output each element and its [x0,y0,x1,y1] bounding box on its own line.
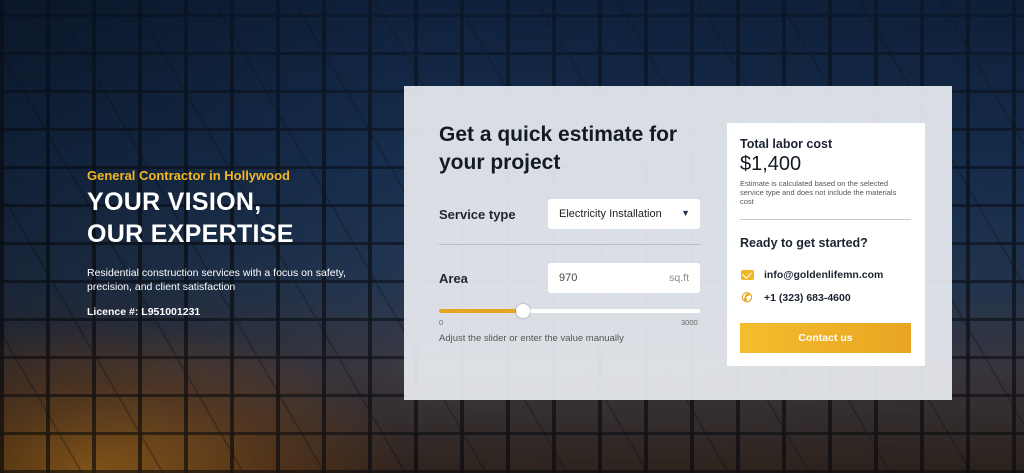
contact-email: info@goldenlifemn.com [764,269,884,281]
divider [740,219,911,220]
cost-label: Total labor cost [740,137,833,151]
hero-description: Residential construction services with a… [87,267,346,293]
cost-value: $1,400 [740,153,802,175]
phone-icon: ✆ [741,290,753,305]
hero-title-line1: YOUR VISION, [87,188,262,216]
estimate-title: Get a quick estimate for your project [439,123,678,174]
cost-note: Estimate is calculated based on the sele… [740,179,897,206]
service-type-select[interactable]: Electricity Installation ▼ [548,199,700,229]
service-type-value: Electricity Installation [559,208,662,220]
slider-max-label: 3000 [681,318,698,327]
area-input[interactable]: 970 sq.ft [548,263,700,293]
divider [439,244,700,245]
chevron-down-icon: ▼ [681,208,690,218]
area-unit: sq.ft [669,272,689,284]
mail-icon [740,269,754,281]
cost-card: Total labor cost $1,400 Estimate is calc… [727,123,925,366]
contact-email-link[interactable]: info@goldenlifemn.com [740,269,883,281]
hero-title: YOUR VISION, OUR EXPERTISE [87,186,387,250]
area-slider-fill [439,309,524,313]
area-label: Area [439,271,468,286]
contact-phone-link[interactable]: ✆ +1 (323) 683-4600 [740,290,851,305]
area-slider-thumb[interactable] [516,304,531,318]
estimate-panel: Get a quick estimate for your project Se… [404,86,952,400]
contact-us-button[interactable]: Contact us [740,323,911,353]
contact-phone: +1 (323) 683-4600 [764,292,851,304]
service-type-label: Service type [439,207,516,222]
slider-min-label: 0 [439,318,444,327]
hero-eyebrow: General Contractor in Hollywood [87,168,290,183]
hero-section: General Contractor in Hollywood YOUR VIS… [87,168,387,318]
area-value: 970 [559,272,578,284]
cta-title: Ready to get started? [740,236,868,250]
hero-title-line2: OUR EXPERTISE [87,220,294,248]
area-slider[interactable] [439,304,700,318]
licence-number: Licence #: L951001231 [87,306,201,318]
slider-hint: Adjust the slider or enter the value man… [439,333,624,344]
